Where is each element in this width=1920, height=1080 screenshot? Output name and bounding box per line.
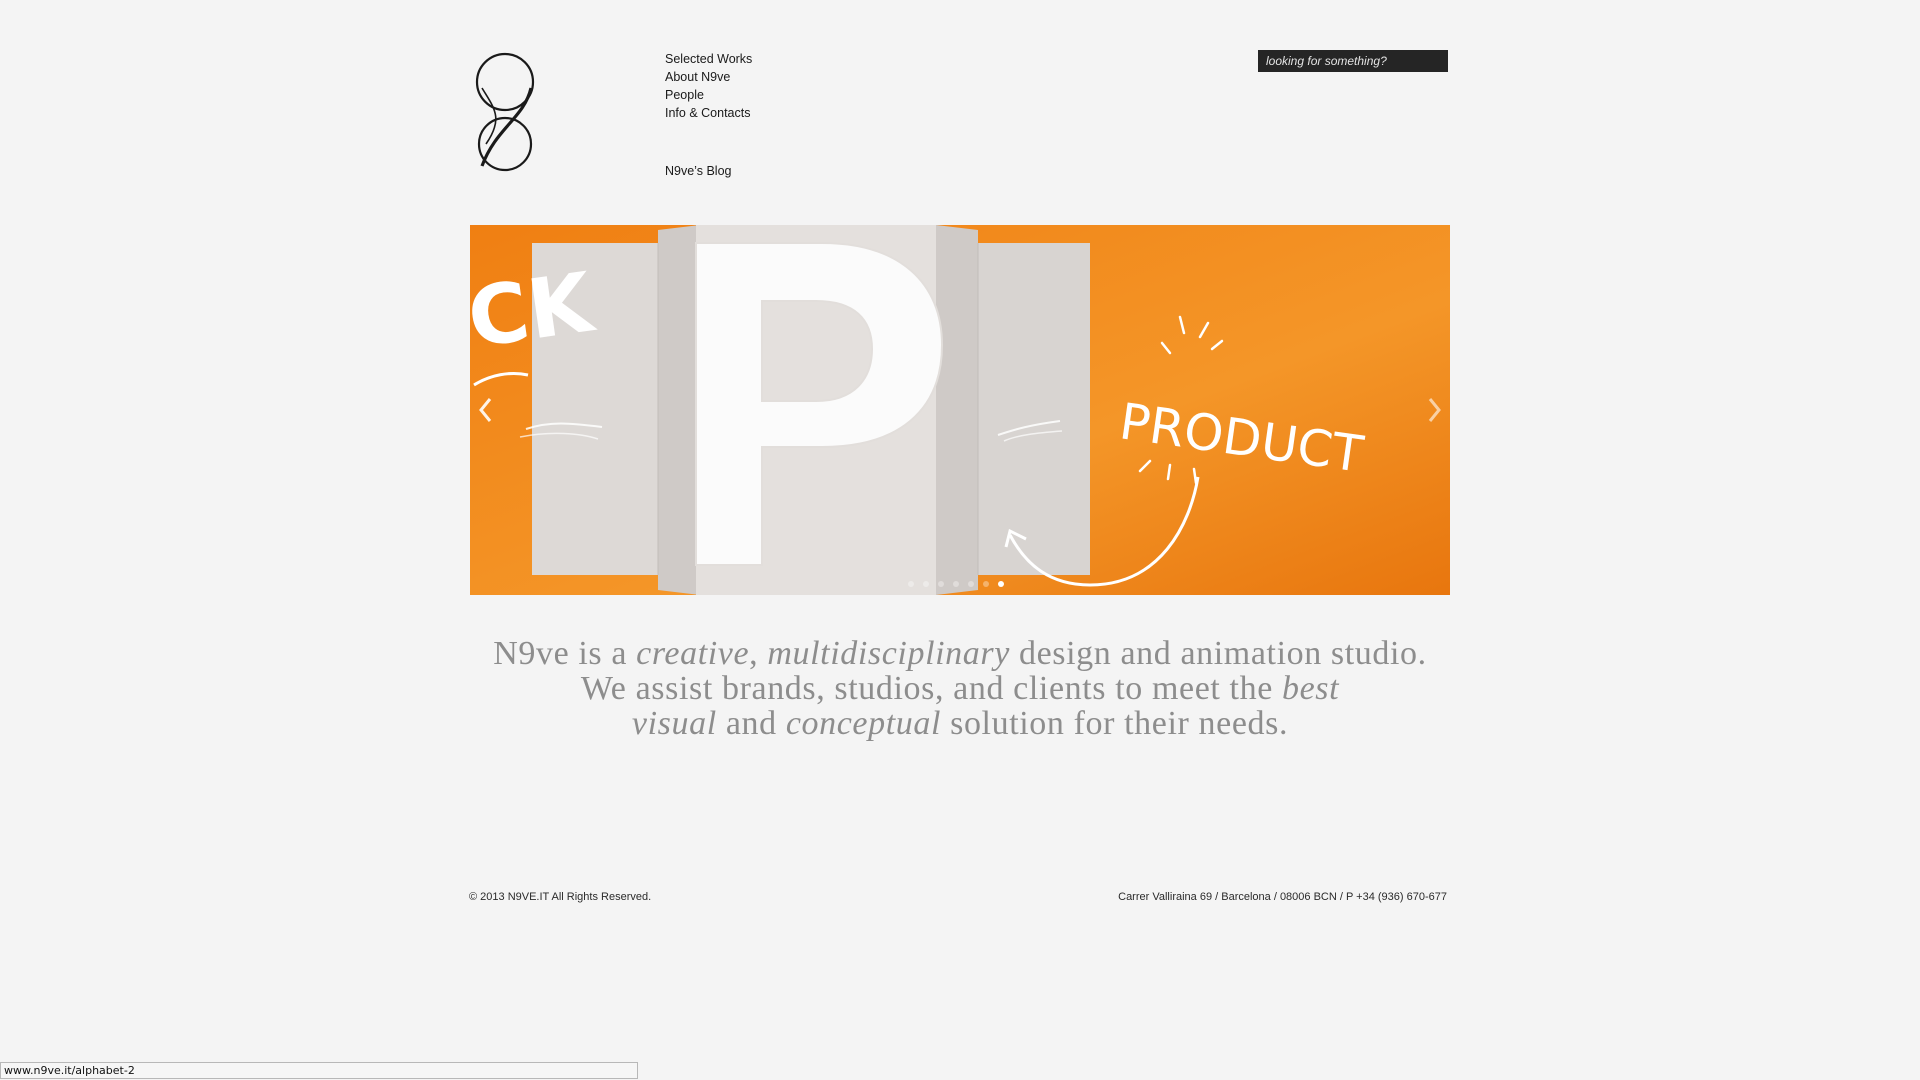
slider-dot[interactable] (908, 581, 914, 587)
main-nav: Selected Works About N9ve People Info & … (665, 50, 752, 180)
studio-tagline: N9ve is a creative, multidisciplinary de… (470, 636, 1450, 741)
slider-dot[interactable] (998, 581, 1004, 587)
search-input[interactable] (1258, 50, 1448, 72)
slider-dot[interactable] (983, 581, 989, 587)
footer-copyright: © 2013 N9VE.IT All Rights Reserved. (469, 891, 652, 903)
browser-status-url: www.n9ve.it/alphabet-2 (0, 1062, 638, 1079)
nav-info-contacts[interactable]: Info & Contacts (665, 104, 752, 122)
slider-dot[interactable] (923, 581, 929, 587)
chevron-right-icon (1428, 398, 1441, 422)
chevron-left-icon (479, 398, 492, 422)
slide-image: CK PRODUCT (470, 225, 1450, 595)
tagline-line-1: N9ve is a creative, multidisciplinary de… (493, 635, 1427, 672)
slider-dot[interactable] (968, 581, 974, 587)
n9ve-logo-icon (475, 52, 535, 172)
nav-about[interactable]: About N9ve (665, 68, 752, 86)
slider-dot[interactable] (938, 581, 944, 587)
nav-people[interactable]: People (665, 86, 752, 104)
nav-selected-works[interactable]: Selected Works (665, 50, 752, 68)
tagline-line-2: We assist brands, studios, and clients t… (580, 670, 1340, 707)
slider-prev-button[interactable] (474, 393, 498, 427)
slider-next-button[interactable] (1422, 393, 1446, 427)
footer-address: Carrer Valliraina 69 / Barcelona / 08006… (1118, 891, 1447, 903)
hero-slider[interactable]: CK PRODUCT (470, 225, 1450, 595)
tagline-line-3: visual and conceptual solution for their… (631, 705, 1289, 742)
slider-dot[interactable] (953, 581, 959, 587)
nav-blog[interactable]: N9ve’s Blog (665, 162, 752, 180)
slider-pagination (908, 581, 1004, 587)
slide-text-fragment: CK (470, 255, 602, 367)
n9ve-logo[interactable] (474, 48, 536, 178)
